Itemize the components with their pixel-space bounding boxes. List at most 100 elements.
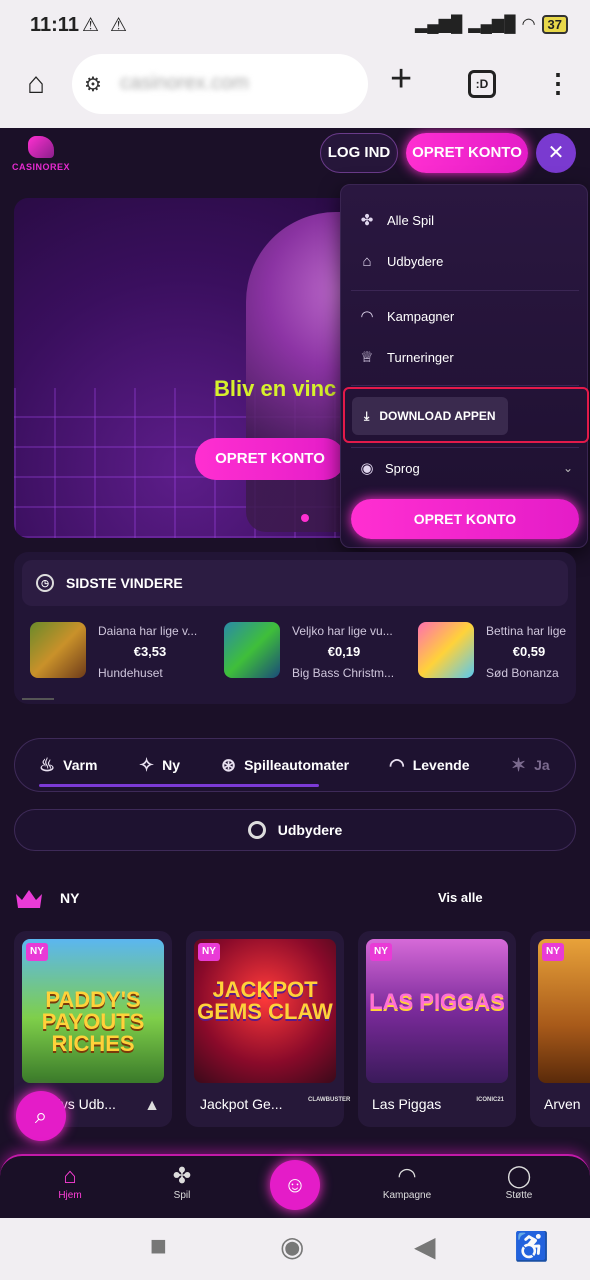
create-account-button[interactable]: OPRET KONTO [406,133,528,173]
game-art-title: JACKPOT GEMS CLAW [197,977,333,1024]
address-bar[interactable]: ⚙ casinorex.com [72,54,368,114]
game-card[interactable]: JACKPOT GEMS CLAW NY Jackpot Ge... CLAWB… [186,931,351,1127]
system-navigation-bar: ■ ◉ ◀ ♿ [0,1218,590,1280]
close-menu-button[interactable]: ✕ [536,133,576,173]
new-badge: NY [370,943,392,961]
nav-campaigns[interactable]: ◠ Kampagne [367,1162,447,1201]
winner-game: Big Bass Christm... [292,666,395,680]
warning-icon: ⚠ [82,15,100,36]
game-image: PADDY'S PAYOUTS RICHES NY [22,939,164,1083]
game-image: NY [538,939,590,1083]
nav-games[interactable]: ✤ Spil [142,1162,222,1201]
winner-item[interactable]: Bettina har lige €0,59 Sød Bonanza [418,622,576,682]
new-badge: NY [198,943,220,961]
warning-icon: ⚠ [110,15,128,36]
scroll-indicator [22,698,54,700]
menu-item-label: Turneringer [387,349,454,365]
winner-game: Sød Bonanza [486,666,559,680]
tab-jackpot[interactable]: ✶ Ja [511,739,550,791]
home-icon: ⌂ [63,1163,77,1188]
menu-item-all-games[interactable]: ✤ Alle Spil [359,205,434,235]
game-thumbnail [30,622,86,678]
language-selector[interactable]: ◉ Sprog ⌄ [359,453,573,483]
dropdown-menu: ✤ Alle Spil ⌂ Udbydere ◠ Kampagner ♕ Tur… [340,184,589,548]
providers-icon [247,821,266,839]
provider-logo: ▲ [144,1097,160,1114]
tag-icon: ⌂ [362,252,372,270]
dino-logo-icon [28,136,54,158]
search-button[interactable]: ⌕ [16,1091,66,1141]
logo-text: CASINOREX [12,162,71,172]
tab-live[interactable]: ◠ Levende [389,739,470,791]
status-bar: 11:11 ⚠ ⚠ ▂▄▆█ ▂▄▆█ ◠ 37 [0,0,590,52]
divider [351,290,579,291]
download-icon: ⤓ [364,408,370,423]
profile-button[interactable]: ☺ [270,1160,320,1210]
login-button[interactable]: LOG IND [320,133,398,173]
winner-item[interactable]: Daiana har lige v... €3,53 Hundehuset [30,622,210,682]
user-icon: ☺ [283,1172,307,1197]
browser-toolbar: ⌂ ⚙ casinorex.com + :D ⋮ [0,52,590,128]
menu-create-account-button[interactable]: OPRET KONTO [351,499,579,539]
home-icon[interactable]: ⌂ [18,66,54,102]
game-name: Jackpot Ge... [200,1096,283,1112]
home-circle-icon[interactable]: ◉ [280,1230,304,1263]
chevron-down-icon: ⌄ [562,461,573,475]
menu-item-label: Udbydere [387,253,444,269]
menu-item-campaigns[interactable]: ◠ Kampagner [359,301,454,331]
battery-icon: 37 [541,14,568,34]
menu-item-providers[interactable]: ⌂ Udbydere [359,246,443,276]
winner-item[interactable]: Veljko har lige vu... €0,19 Big Bass Chr… [224,622,404,682]
hero-create-account-button[interactable]: OPRET KONTO [195,438,345,480]
accessibility-icon[interactable]: ♿ [514,1230,549,1263]
recents-icon[interactable]: ■ [150,1230,167,1262]
nav-label: Hjem [58,1190,82,1201]
url-text: casinorex.com [120,72,249,94]
game-image: JACKPOT GEMS CLAW NY [194,939,336,1083]
providers-button[interactable]: Udbydere [14,809,576,851]
game-card[interactable]: LAS PIGGAS NY Las Piggas ICONIC21 [358,931,516,1127]
provider-logo: ICONIC21 [476,1097,504,1103]
game-art-title: PADDY'S PAYOUTS RICHES [41,987,145,1056]
clover-icon: ✤ [172,1163,192,1188]
winner-amount: €0,59 [512,644,546,659]
clover-icon: ✤ [360,212,374,229]
section-title: NY [60,890,80,906]
carousel-dot[interactable] [301,514,309,522]
download-app-button[interactable]: ⤓ DOWNLOAD APPEN [352,397,508,435]
game-thumbnail [418,622,474,678]
more-menu-icon[interactable]: ⋮ [545,68,571,99]
back-icon[interactable]: ◀ [414,1230,436,1263]
menu-item-label: Kampagner [387,308,455,324]
winner-amount: €3,53 [133,644,167,659]
language-label: Sprog [385,460,420,476]
hero-title: Bliv en vinc [214,376,337,401]
nav-support[interactable]: ◯ Støtte [479,1162,559,1201]
game-name: Arven [544,1096,581,1112]
star-icon: ✶ [511,754,527,775]
menu-item-tournaments[interactable]: ♕ Turneringer [359,342,454,372]
site-settings-icon[interactable]: ⚙ [84,72,102,97]
nav-label: Kampagne [382,1190,432,1201]
download-label: DOWNLOAD APPEN [379,409,496,423]
game-image: LAS PIGGAS NY [366,939,508,1083]
new-tab-icon[interactable]: + [390,58,412,101]
game-card[interactable]: NY Arven [530,931,590,1127]
game-name: Las Piggas [372,1096,442,1112]
tab-label: Spilleautomater [244,757,350,773]
see-all-link[interactable]: Vis alle [438,890,483,905]
winner-game: Hundehuset [98,666,163,680]
category-tabs: ♨ Varm ✧ Ny ⊛ Spilleautomater ◠ Levende … [14,738,576,792]
providers-label: Udbydere [277,822,343,838]
fire-icon: ♨ [39,754,56,775]
tabs-button[interactable]: :D [468,70,496,98]
tab-label: Ja [534,757,550,773]
nav-home[interactable]: ⌂ Hjem [30,1162,110,1201]
provider-logo: CLAWBUSTER [308,1097,351,1103]
sparkle-icon: ✧ [139,754,155,775]
logo[interactable]: CASINOREX [12,136,72,172]
nav-label: Spil [173,1190,191,1201]
swirl-icon: ⊛ [221,754,237,775]
live-signal-icon: ◠ [389,754,405,775]
winner-text: Bettina har lige [486,624,567,638]
